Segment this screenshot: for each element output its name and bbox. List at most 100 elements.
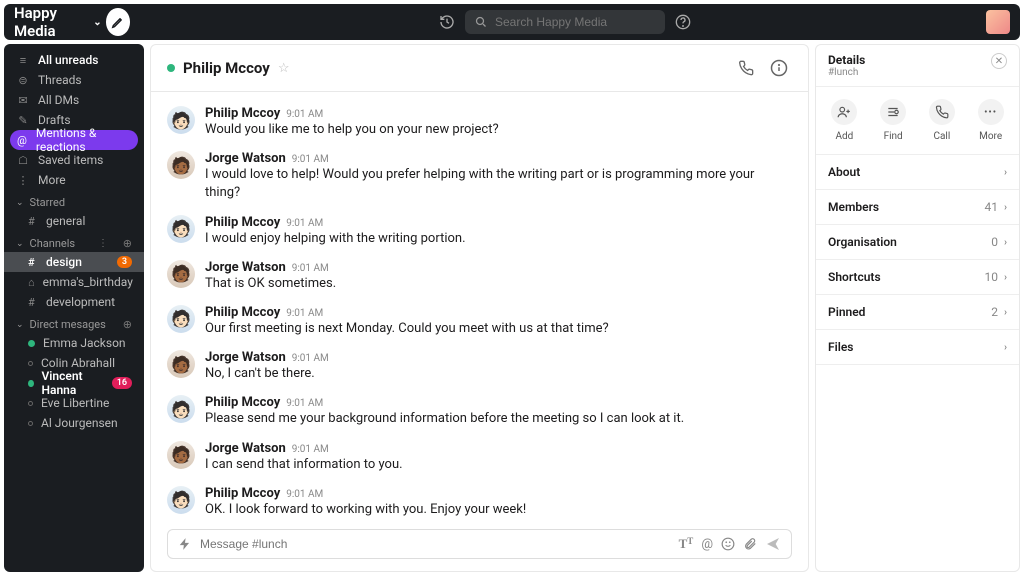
- formatting-button[interactable]: TT: [679, 536, 694, 552]
- nav-mentions-reactions[interactable]: @Mentions & reactions: [10, 130, 138, 150]
- chevron-right-icon: ›: [1004, 342, 1007, 353]
- message-avatar[interactable]: 🧑🏻: [167, 106, 195, 134]
- composer-input[interactable]: [200, 537, 671, 551]
- message-author[interactable]: Jorge Watson: [205, 151, 286, 166]
- details-row-shortcuts[interactable]: Shortcuts10›: [816, 260, 1019, 295]
- nav-threads[interactable]: ⊜Threads: [4, 70, 144, 90]
- message-avatar[interactable]: 🧑🏾: [167, 441, 195, 469]
- workspace-switcher[interactable]: Happy Media ⌄: [4, 4, 144, 40]
- message-avatar[interactable]: 🧑🏻: [167, 486, 195, 514]
- details-row-members[interactable]: Members41›: [816, 190, 1019, 225]
- message-text: No, I can't be there.: [205, 365, 329, 383]
- message-author[interactable]: Philip Mccoy: [205, 215, 280, 230]
- section-channels[interactable]: ⌄Channels⋮ ⊕: [4, 231, 144, 252]
- drafts-icon: ✎: [16, 114, 30, 127]
- details-row-about[interactable]: About›: [816, 155, 1019, 190]
- presence-online-icon: [28, 340, 35, 347]
- dm-vincent-hanna[interactable]: Vincent Hanna16: [4, 373, 144, 393]
- add-dm-icon[interactable]: ⊕: [123, 318, 132, 331]
- message-author[interactable]: Philip Mccoy: [205, 305, 280, 320]
- more-icon[interactable]: ⋮: [98, 238, 108, 249]
- nav-all-unreads[interactable]: ≡All unreads: [4, 50, 144, 70]
- send-button[interactable]: [765, 536, 781, 552]
- sidebar: ≡All unreads ⊜Threads ✉All DMs ✎Drafts @…: [4, 44, 144, 572]
- message-avatar[interactable]: 🧑🏾: [167, 260, 195, 288]
- details-row-organisation[interactable]: Organisation0›: [816, 225, 1019, 260]
- help-button[interactable]: [675, 14, 691, 30]
- presence-offline-icon: [28, 401, 33, 406]
- message-row: 🧑🏾Jorge Watson9:01 AMThat is OK sometime…: [167, 254, 792, 299]
- message-author[interactable]: Philip Mccoy: [205, 395, 280, 410]
- threads-icon: ⊜: [16, 74, 30, 87]
- message-author[interactable]: Jorge Watson: [205, 441, 286, 456]
- chevron-right-icon: ›: [1004, 167, 1007, 178]
- conversation-header: Philip Mccoy ☆: [151, 45, 808, 92]
- channel-emmas-birthday[interactable]: ⌂emma's_birthday: [4, 272, 144, 292]
- chevron-down-icon: ⌄: [16, 320, 24, 330]
- add-channel-icon[interactable]: ⊕: [123, 237, 132, 250]
- search-input[interactable]: [495, 15, 655, 29]
- nav-saved-items[interactable]: ☖Saved items: [4, 150, 144, 170]
- message-time: 9:01 AM: [292, 263, 329, 274]
- nav-more[interactable]: ⋮More: [4, 170, 144, 190]
- dms-icon: ✉: [16, 94, 30, 107]
- nav-all-dms[interactable]: ✉All DMs: [4, 90, 144, 110]
- star-button[interactable]: ☆: [278, 61, 290, 76]
- compose-button[interactable]: [106, 8, 130, 36]
- channel-development[interactable]: #development: [4, 292, 144, 312]
- details-row-label: Files: [828, 340, 853, 354]
- message-text: I would enjoy helping with the writing p…: [205, 230, 466, 248]
- message-author[interactable]: Jorge Watson: [205, 260, 286, 275]
- message-row: 🧑🏾 Jorge Watson 9:01 AMNo, I can't be ther…: [167, 344, 792, 389]
- close-button[interactable]: ✕: [991, 53, 1007, 69]
- message-time: 9:01 AM: [292, 353, 329, 364]
- details-action-add[interactable]: Add: [831, 99, 857, 142]
- details-subtitle: #lunch: [828, 67, 865, 78]
- search-box[interactable]: [465, 10, 665, 34]
- message-avatar[interactable]: 🧑🏾: [167, 151, 195, 179]
- message-avatar[interactable]: 🧑🏻: [167, 305, 195, 333]
- details-row-label: Organisation: [828, 235, 897, 249]
- dm-emma-jackson[interactable]: Emma Jackson: [4, 333, 144, 353]
- presence-offline-icon: [28, 361, 33, 366]
- mention-button[interactable]: @: [701, 537, 713, 552]
- details-row-files[interactable]: Files ›: [816, 330, 1019, 365]
- workspace-name: Happy Media: [14, 4, 89, 40]
- message-avatar[interactable]: 🧑🏻: [167, 215, 195, 243]
- conversation-title[interactable]: Philip Mccoy: [183, 59, 270, 77]
- lock-icon: ⌂: [28, 276, 35, 289]
- message-composer[interactable]: TT @: [167, 529, 792, 559]
- more-icon: •••: [984, 107, 997, 118]
- emoji-button[interactable]: [721, 537, 735, 551]
- dm-eve-libertine[interactable]: Eve Libertine: [4, 393, 144, 413]
- help-icon: [675, 14, 691, 30]
- pencil-icon: [111, 15, 125, 29]
- message-time: 9:01 AM: [286, 308, 323, 319]
- bookmark-icon: ☖: [16, 154, 30, 167]
- call-button[interactable]: [734, 56, 758, 80]
- details-action-call[interactable]: Call: [929, 99, 955, 142]
- history-icon: [439, 14, 455, 30]
- attach-button[interactable]: [743, 537, 757, 551]
- lightning-icon[interactable]: [178, 537, 192, 551]
- message-avatar[interactable]: 🧑🏻: [167, 395, 195, 423]
- section-starred[interactable]: ⌄Starred: [4, 190, 144, 211]
- user-avatar[interactable]: [986, 10, 1010, 34]
- message-author[interactable]: Philip Mccoy: [205, 106, 280, 121]
- info-icon: [770, 59, 788, 77]
- message-author[interactable]: Jorge Watson: [205, 350, 286, 365]
- details-action-more[interactable]: •••More: [978, 99, 1004, 142]
- message-avatar[interactable]: 🧑🏾: [167, 350, 195, 378]
- history-button[interactable]: [439, 14, 455, 30]
- presence-offline-icon: [28, 421, 33, 426]
- section-direct-messages[interactable]: ⌄Direct mesages⊕: [4, 312, 144, 333]
- unread-badge: 3: [117, 256, 132, 268]
- details-action-find[interactable]: Find: [880, 99, 906, 142]
- details-row-pinned[interactable]: Pinned2›: [816, 295, 1019, 330]
- chevron-right-icon: ›: [1004, 237, 1007, 248]
- channel-design[interactable]: #design3: [4, 252, 144, 272]
- message-author[interactable]: Philip Mccoy: [205, 486, 280, 501]
- dm-al-jourgensen[interactable]: Al Jourgensen: [4, 413, 144, 433]
- channel-general[interactable]: #general: [4, 211, 144, 231]
- info-button[interactable]: [766, 55, 792, 81]
